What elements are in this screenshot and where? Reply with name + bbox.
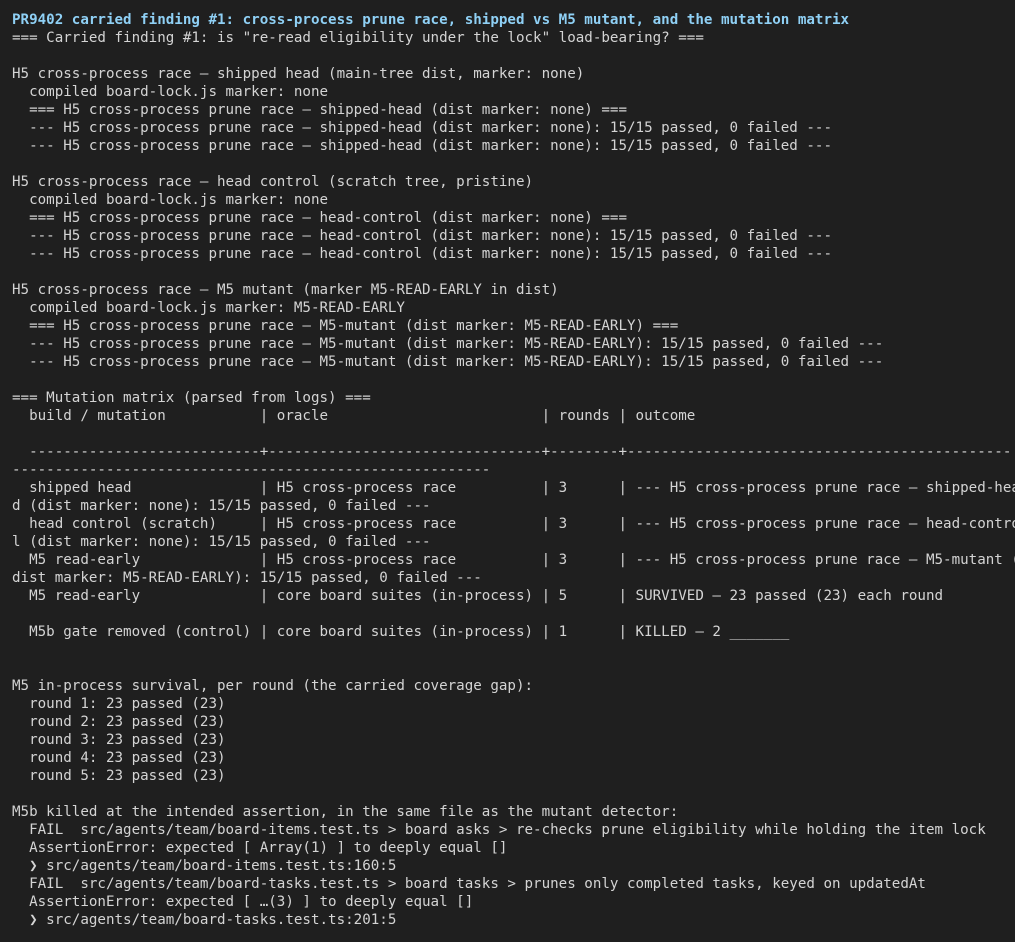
output-line: --- H5 cross-process prune race — M5-mut… <box>12 336 884 352</box>
output-line: build / mutation | oracle | rounds | out… <box>12 408 696 424</box>
output-line: head control (scratch) | H5 cross-proces… <box>12 516 1015 532</box>
output-line: --- H5 cross-process prune race — shippe… <box>12 120 832 136</box>
output-line: FAIL src/agents/team/board-tasks.test.ts… <box>12 876 926 892</box>
output-line: H5 cross-process race — head control (sc… <box>12 174 534 190</box>
output-line: AssertionError: expected [ Array(1) ] to… <box>12 840 508 856</box>
output-line: M5 read-early | core board suites (in-pr… <box>12 588 944 604</box>
output-line: round 3: 23 passed (23) <box>12 732 226 748</box>
output-line: === H5 cross-process prune race — M5-mut… <box>12 318 679 334</box>
output-line: ---------------------------+------------… <box>12 444 1012 460</box>
output-line: --- H5 cross-process prune race — head-c… <box>12 246 832 262</box>
terminal-output: PR9402 carried finding #1: cross-process… <box>0 0 1015 942</box>
output-line: ❯ src/agents/team/board-items.test.ts:16… <box>12 858 397 874</box>
output-line: --- H5 cross-process prune race — shippe… <box>12 138 832 154</box>
output-line: === Carried finding #1: is "re-read elig… <box>12 30 704 46</box>
output-line: --- H5 cross-process prune race — head-c… <box>12 228 832 244</box>
output-line: compiled board-lock.js marker: M5-READ-E… <box>12 300 405 316</box>
output-line: AssertionError: expected [ …(3) ] to dee… <box>12 894 474 910</box>
output-line: dist marker: M5-READ-EARLY): 15/15 passe… <box>12 570 482 586</box>
output-line: compiled board-lock.js marker: none <box>12 84 329 100</box>
report-title: PR9402 carried finding #1: cross-process… <box>12 12 850 28</box>
output-line: round 4: 23 passed (23) <box>12 750 226 766</box>
output-line: shipped head | H5 cross-process race | 3… <box>12 480 1015 496</box>
output-line: ❯ src/agents/team/board-tasks.test.ts:20… <box>12 912 397 928</box>
output-line: H5 cross-process race — M5 mutant (marke… <box>12 282 559 298</box>
output-line: === H5 cross-process prune race — shippe… <box>12 102 627 118</box>
output-line: ----------------------------------------… <box>12 462 491 478</box>
output-line: --- H5 cross-process prune race — M5-mut… <box>12 354 884 370</box>
output-line: === H5 cross-process prune race — head-c… <box>12 210 627 226</box>
output-line: H5 cross-process race — shipped head (ma… <box>12 66 585 82</box>
output-line: l (dist marker: none): 15/15 passed, 0 f… <box>12 534 431 550</box>
output-line: M5 read-early | H5 cross-process race | … <box>12 552 1015 568</box>
output-line: FAIL src/agents/team/board-items.test.ts… <box>12 822 986 838</box>
output-line: M5b gate removed (control) | core board … <box>12 624 790 640</box>
output-line: M5b killed at the intended assertion, in… <box>12 804 679 820</box>
output-line: === Mutation matrix (parsed from logs) =… <box>12 390 371 406</box>
output-line: compiled board-lock.js marker: none <box>12 192 329 208</box>
output-line: round 5: 23 passed (23) <box>12 768 226 784</box>
output-line: M5 in-process survival, per round (the c… <box>12 678 534 694</box>
output-line: round 1: 23 passed (23) <box>12 696 226 712</box>
output-line: d (dist marker: none): 15/15 passed, 0 f… <box>12 498 431 514</box>
output-line: round 2: 23 passed (23) <box>12 714 226 730</box>
